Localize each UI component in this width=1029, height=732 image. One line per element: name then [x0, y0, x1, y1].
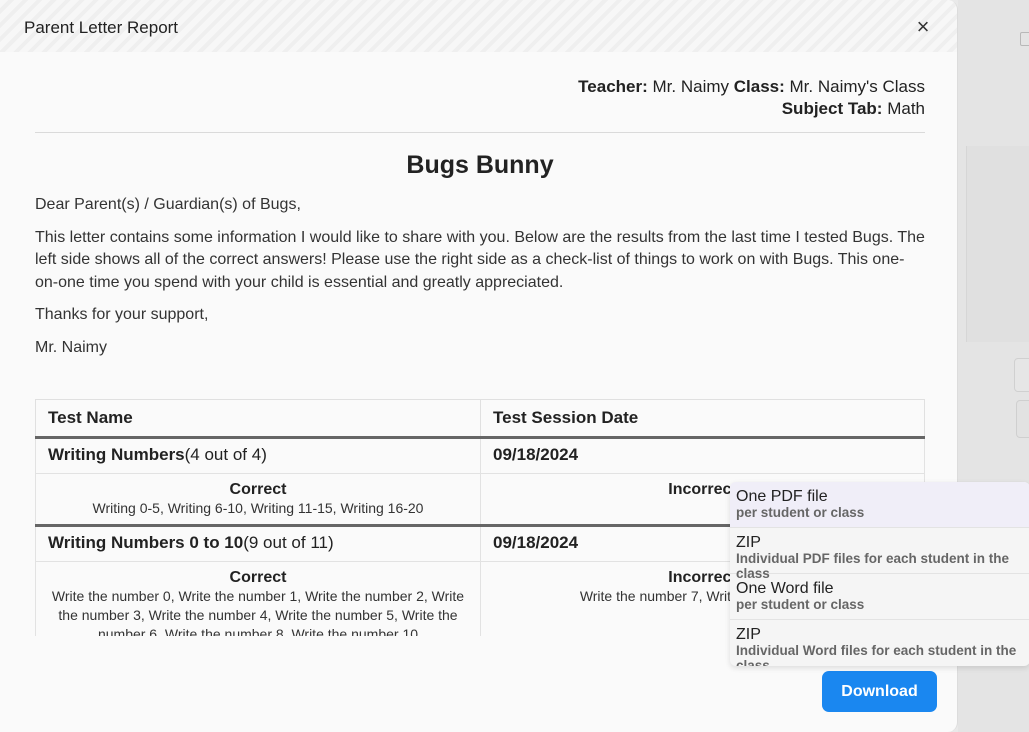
- download-button[interactable]: Download: [822, 671, 937, 712]
- download-options-menu: One PDF file per student or class ZIP In…: [730, 482, 1029, 666]
- test-name: Writing Numbers 0 to 10: [48, 533, 244, 552]
- menu-item-zip-pdf[interactable]: ZIP Individual PDF files for each studen…: [730, 528, 1029, 581]
- correct-cell: Correct Write the number 0, Write the nu…: [35, 561, 481, 636]
- test-name-cell: Writing Numbers 0 to 10(9 out of 11): [35, 525, 481, 562]
- close-icon[interactable]: ×: [912, 16, 934, 38]
- subject-value: Math: [887, 99, 925, 118]
- table-row: Writing Numbers(4 out of 4) 09/18/2024: [35, 437, 925, 474]
- teacher-label: Teacher:: [578, 77, 648, 96]
- menu-item-subtitle: Individual Word files for each student i…: [736, 643, 1017, 666]
- correct-items: Writing 0-5, Writing 6-10, Writing 11-15…: [92, 500, 424, 516]
- correct-items: Write the number 0, Write the number 1, …: [51, 588, 465, 636]
- modal-header: Parent Letter Report ×: [0, 0, 957, 52]
- menu-item-title: ZIP: [736, 626, 761, 643]
- menu-item-subtitle: per student or class: [736, 597, 865, 612]
- teacher-value: Mr. Naimy: [652, 77, 730, 96]
- column-header-test-name: Test Name: [35, 399, 481, 439]
- modal-title: Parent Letter Report: [24, 18, 179, 37]
- divider: [35, 132, 925, 133]
- background-control: [1014, 358, 1029, 392]
- menu-item-one-word[interactable]: One Word file per student or class: [730, 574, 1029, 620]
- letter-signature: Mr. Naimy: [35, 338, 107, 356]
- test-score: (4 out of 4): [184, 445, 267, 464]
- menu-item-title: ZIP: [736, 534, 761, 551]
- menu-item-zip-word[interactable]: ZIP Individual Word files for each stude…: [730, 620, 1029, 666]
- class-label: Class:: [733, 77, 785, 96]
- letter-thanks: Thanks for your support,: [35, 306, 209, 323]
- test-score: (9 out of 11): [243, 533, 334, 552]
- column-header-session-date: Test Session Date: [480, 399, 925, 439]
- correct-label: Correct: [229, 569, 287, 586]
- letter-greeting: Dear Parent(s) / Guardian(s) of Bugs,: [35, 196, 301, 213]
- menu-item-title: One PDF file: [736, 488, 828, 505]
- letter-meta: Teacher: Mr. Naimy Class: Mr. Naimy's Cl…: [35, 76, 925, 120]
- correct-cell: Correct Writing 0-5, Writing 6-10, Writi…: [35, 473, 481, 527]
- student-name: Bugs Bunny: [406, 151, 554, 179]
- background-control: [1016, 400, 1029, 438]
- letter-body: This letter contains some information I …: [35, 228, 925, 291]
- document-icon: [1020, 32, 1029, 46]
- background-panel: [966, 146, 1029, 342]
- menu-item-one-pdf[interactable]: One PDF file per student or class: [730, 482, 1029, 528]
- menu-item-title: One Word file: [736, 580, 834, 597]
- test-name-cell: Writing Numbers(4 out of 4): [35, 437, 481, 474]
- subject-label: Subject Tab:: [781, 99, 883, 118]
- test-date: 09/18/2024: [480, 437, 925, 474]
- test-name: Writing Numbers: [48, 445, 185, 464]
- menu-item-subtitle: per student or class: [736, 505, 865, 520]
- correct-label: Correct: [229, 481, 287, 498]
- class-value: Mr. Naimy's Class: [789, 77, 925, 96]
